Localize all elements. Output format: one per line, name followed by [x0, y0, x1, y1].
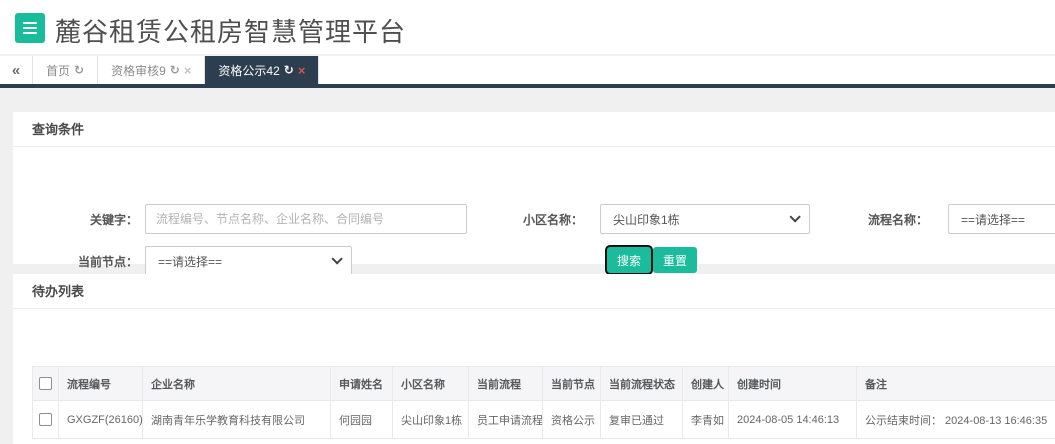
- keyword-input[interactable]: [145, 204, 467, 234]
- process-label: 流程名称：: [867, 213, 928, 227]
- tab-qualification-review[interactable]: 资格审核9 ↻ ×: [98, 56, 206, 84]
- select-value: 尖山印象1栋: [613, 212, 680, 227]
- tab-label: 资格公示42: [218, 63, 280, 78]
- hamburger-icon: [23, 22, 37, 34]
- select-all-checkbox[interactable]: [39, 377, 52, 390]
- tab-qualification-publicity[interactable]: 资格公示42 ↻ ×: [205, 56, 320, 84]
- todo-table: 流程编号 企业名称 申请姓名 小区名称 当前流程 当前节点 当前流程状态 创建人 创建时间 备注 …: [32, 366, 1055, 439]
- double-chevron-left-icon: «: [11, 61, 21, 79]
- table-row: GXGZF(26160) 湖南青年乐学教育科技有限公司 何园园 尖山印象1栋 员工申请流…: [32, 400, 1055, 439]
- table-cell: 资格公示: [542, 400, 601, 439]
- community-label: 小区名称：: [522, 213, 583, 227]
- table-cell: 何园园: [330, 400, 393, 439]
- search-button[interactable]: 搜索: [607, 247, 652, 273]
- reset-button[interactable]: 重置: [653, 247, 698, 273]
- column-header: 创建人: [682, 366, 729, 401]
- column-header: 流程编号: [58, 366, 143, 401]
- table-header-row: 流程编号 企业名称 申请姓名 小区名称 当前流程 当前节点 当前流程状态 创建人 创建时间 备注: [32, 366, 1055, 401]
- refresh-icon[interactable]: ↻: [284, 63, 294, 77]
- close-tab-icon[interactable]: ×: [298, 64, 306, 77]
- table-cell: 复审已通过: [600, 400, 683, 439]
- table-cell: 2024-08-05 14:46:13: [728, 400, 857, 439]
- table-cell: 员工申请流程: [468, 400, 543, 439]
- column-header: 备注: [856, 366, 1055, 401]
- tab-label: 首页: [46, 63, 71, 78]
- collapse-tabs-button[interactable]: «: [0, 56, 33, 84]
- app-title: 麓谷租赁公租房智慧管理平台: [55, 17, 407, 47]
- todo-table-wrap: 流程编号 企业名称 申请姓名 小区名称 当前流程 当前节点 当前流程状态 创建人 创建时间 备注 …: [32, 366, 1055, 439]
- table-cell: 尖山印象1栋: [392, 400, 469, 439]
- table-cell: 公示结束时间： 2024-08-13 16:46:35: [856, 400, 1055, 439]
- chevron-down-icon: [331, 253, 343, 265]
- column-header: 当前流程状态: [600, 366, 683, 401]
- tab-home[interactable]: 首页 ↻: [33, 56, 99, 84]
- row-checkbox[interactable]: [39, 413, 52, 426]
- column-header: 当前节点: [542, 366, 601, 401]
- table-cell: GXGZF(26160): [58, 400, 143, 439]
- tab-label: 资格审核9: [111, 63, 166, 78]
- menu-toggle-button[interactable]: [15, 13, 45, 43]
- table-cell: 李青如: [682, 400, 729, 439]
- app-window: 麓谷租赁公租房智慧管理平台 « 首页 ↻ 资格审核9 ↻ × 资格公示42 ↻ …: [0, 0, 1055, 444]
- column-header: 申请姓名: [330, 366, 393, 401]
- community-select[interactable]: 尖山印象1栋: [600, 204, 810, 234]
- tab-bar: « 首页 ↻ 资格审核9 ↻ × 资格公示42 ↻ ×: [0, 56, 1055, 88]
- table-cell: 湖南青年乐学教育科技有限公司: [142, 400, 331, 439]
- close-tab-icon[interactable]: ×: [184, 64, 192, 77]
- todo-panel: 待办列表 流程编号 企业名称 申请姓名 小区名称 当前流程 当前节点 当前流程状态 创建人 创建…: [13, 274, 1055, 444]
- select-value: ==请选择==: [961, 212, 1026, 227]
- node-label: 当前节点：: [77, 255, 138, 269]
- refresh-icon[interactable]: ↻: [170, 63, 180, 77]
- column-header: 企业名称: [142, 366, 331, 401]
- column-header: 创建时间: [728, 366, 857, 401]
- app-header: 麓谷租赁公租房智慧管理平台: [0, 0, 1055, 55]
- select-value: ==请选择==: [158, 254, 223, 269]
- todo-panel-title: 待办列表: [13, 274, 1055, 309]
- column-header: 小区名称: [392, 366, 469, 401]
- process-select[interactable]: ==请选择==: [948, 204, 1055, 234]
- query-panel: 查询条件 关键字： 小区名称： 尖山印象1栋 流程名称： ==请选择== 当前节…: [13, 112, 1055, 276]
- refresh-icon[interactable]: ↻: [74, 63, 84, 77]
- query-panel-title: 查询条件: [13, 112, 1055, 147]
- node-select[interactable]: ==请选择==: [145, 246, 352, 276]
- column-header: 当前流程: [468, 366, 543, 401]
- keyword-label: 关键字：: [89, 213, 138, 227]
- query-form: 关键字： 小区名称： 尖山印象1栋 流程名称： ==请选择== 当前节点： ==…: [13, 147, 1055, 276]
